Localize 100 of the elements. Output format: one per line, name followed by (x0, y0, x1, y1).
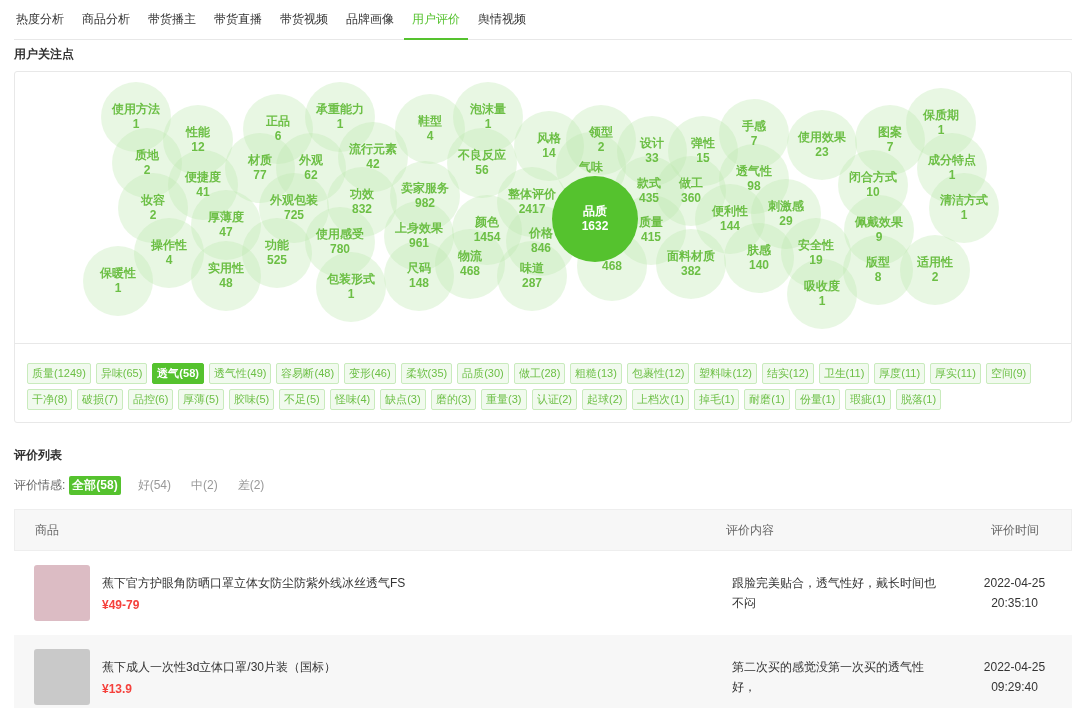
sentiment-filter[interactable]: 全部(58) (69, 476, 121, 495)
keyword-count: 1 (937, 123, 945, 138)
keyword-tag[interactable]: 包裹性(12) (626, 363, 690, 384)
nav-tab[interactable]: 带货播主 (140, 0, 204, 40)
keyword-tag[interactable]: 缺点(3) (380, 389, 426, 410)
keyword-label: 做工 (679, 176, 703, 191)
keyword-tag[interactable]: 卫生(11) (818, 363, 870, 384)
keyword-tag[interactable]: 破损(7) (77, 389, 123, 410)
keyword-tag[interactable]: 掉毛(1) (693, 389, 740, 410)
nav-tab[interactable]: 用户评价 (404, 0, 468, 40)
keyword-count: 846 (531, 241, 551, 256)
keyword-label: 鞋型 (418, 114, 442, 129)
keyword-count: 48 (219, 276, 233, 291)
keyword-label: 质量 (639, 215, 663, 230)
keyword-count: 2 (143, 163, 151, 178)
keyword-tag[interactable]: 份量(1) (794, 389, 841, 410)
nav-tab[interactable]: 带货视频 (272, 0, 336, 40)
keyword-tag[interactable]: 胶味(5) (228, 389, 275, 410)
keyword-label: 价格 (529, 226, 553, 241)
keyword-tag[interactable]: 异味(65) (95, 363, 148, 384)
review-date: 2022-04-25 (983, 659, 1046, 676)
keyword-label: 功效 (350, 187, 374, 202)
keyword-count: 6 (274, 129, 282, 144)
product-price: ¥13.9 (102, 681, 134, 696)
keyword-tag[interactable]: 磨的(3) (430, 389, 477, 410)
keyword-tag[interactable]: 容易断(48) (276, 363, 340, 384)
keyword-label: 成分特点 (928, 153, 976, 168)
keyword-tag[interactable]: 厚薄(5) (178, 389, 224, 410)
keyword-tag[interactable]: 粗糙(13) (570, 363, 622, 384)
keyword-tag[interactable]: 厚度(11) (874, 363, 926, 384)
keyword-label: 佩戴效果 (855, 215, 903, 230)
keyword-tag[interactable]: 不足(5) (279, 389, 325, 410)
keyword-count: 2 (149, 208, 157, 223)
keyword-label: 肤感 (747, 243, 771, 258)
keyword-count: 8 (874, 270, 882, 285)
keyword-label: 设计 (640, 136, 664, 151)
keyword-label: 款式 (637, 176, 661, 191)
review-time: 09:29:40 (991, 679, 1038, 696)
keyword-tag[interactable]: 柔软(35) (400, 363, 453, 384)
product-name: 蕉下官方护眼角防晒口罩立体女防尘防紫外线冰丝透气FS (102, 574, 406, 592)
keyword-tag[interactable]: 变形(46) (344, 363, 396, 384)
keyword-count: 148 (409, 276, 429, 291)
keyword-count: 1 (960, 208, 968, 223)
keyword-count: 10 (866, 185, 880, 200)
keyword-label: 手感 (742, 119, 766, 134)
keyword-count: 360 (681, 191, 701, 206)
keyword-tag[interactable]: 透气性(49) (208, 363, 272, 384)
nav-tab[interactable]: 舆情视频 (470, 0, 534, 40)
keyword-label: 材质 (248, 153, 272, 168)
review-content: 跟脸完美贴合，透气性好，戴长时间也不闷 (731, 575, 937, 612)
keyword-tag[interactable]: 透气(58) (152, 363, 204, 384)
keyword-bubble[interactable] (134, 218, 204, 288)
photo-placeholder (34, 565, 90, 621)
keyword-tag[interactable]: 上档次(1) (632, 389, 689, 410)
keyword-tag[interactable]: 耐磨(1) (744, 389, 790, 410)
sentiment-filter[interactable]: 差(2) (234, 476, 268, 495)
sentiment-filter[interactable]: 好(54) (134, 476, 175, 495)
keyword-label: 流行元素 (349, 142, 397, 157)
keyword-label: 尺码 (407, 261, 431, 276)
keyword-label: 使用方法 (112, 102, 160, 117)
keyword-count: 287 (522, 276, 542, 291)
keyword-count: 382 (681, 264, 701, 279)
nav-tab[interactable]: 商品分析 (74, 0, 138, 40)
keyword-label: 面料材质 (667, 249, 715, 264)
keyword-label: 吸收度 (804, 279, 840, 294)
keyword-tag[interactable]: 结实(12) (762, 363, 814, 384)
keyword-count: 7 (886, 140, 894, 155)
keyword-tag[interactable]: 认证(2) (531, 389, 577, 410)
keyword-label: 颜色 (475, 215, 499, 230)
column-header: 评价时间 (989, 521, 1040, 539)
keyword-count: 1 (818, 294, 826, 309)
keyword-tag[interactable]: 质量(1249) (27, 363, 91, 384)
keyword-count: 961 (409, 236, 429, 251)
sentiment-filter[interactable]: 中(2) (188, 476, 221, 495)
section-title: 评价列表 (14, 447, 63, 464)
keyword-tag[interactable]: 起球(2) (582, 389, 628, 410)
nav-tab[interactable]: 带货直播 (206, 0, 270, 40)
keyword-tag[interactable]: 品质(30) (457, 363, 509, 384)
keyword-tag[interactable]: 品控(6) (127, 389, 174, 410)
keyword-label: 质地 (135, 148, 159, 163)
keyword-count: 1 (132, 117, 140, 132)
keyword-tag[interactable]: 瑕疵(1) (845, 389, 891, 410)
keyword-tag[interactable]: 重量(3) (481, 389, 527, 410)
keyword-tag[interactable]: 做工(28) (513, 363, 566, 384)
keyword-tag[interactable]: 塑料味(12) (694, 363, 757, 384)
keyword-tag[interactable]: 干净(8) (27, 389, 73, 410)
keyword-bubble[interactable] (497, 241, 567, 311)
keyword-label: 保暖性 (100, 266, 136, 281)
keyword-label: 适用性 (917, 255, 953, 270)
keyword-tag[interactable]: 脱落(1) (895, 389, 942, 410)
keyword-tag[interactable]: 厚实(11) (930, 363, 981, 384)
nav-tab[interactable]: 品牌画像 (338, 0, 402, 40)
keyword-label: 便利性 (712, 204, 748, 219)
keyword-tag[interactable]: 空间(9) (985, 363, 1032, 384)
keyword-label: 实用性 (208, 261, 244, 276)
keyword-label: 厚薄度 (208, 210, 244, 225)
nav-tab[interactable]: 热度分析 (14, 0, 72, 40)
keyword-count: 725 (284, 208, 304, 223)
keyword-label: 不良反应 (458, 148, 506, 163)
keyword-tag[interactable]: 怪味(4) (329, 389, 376, 410)
